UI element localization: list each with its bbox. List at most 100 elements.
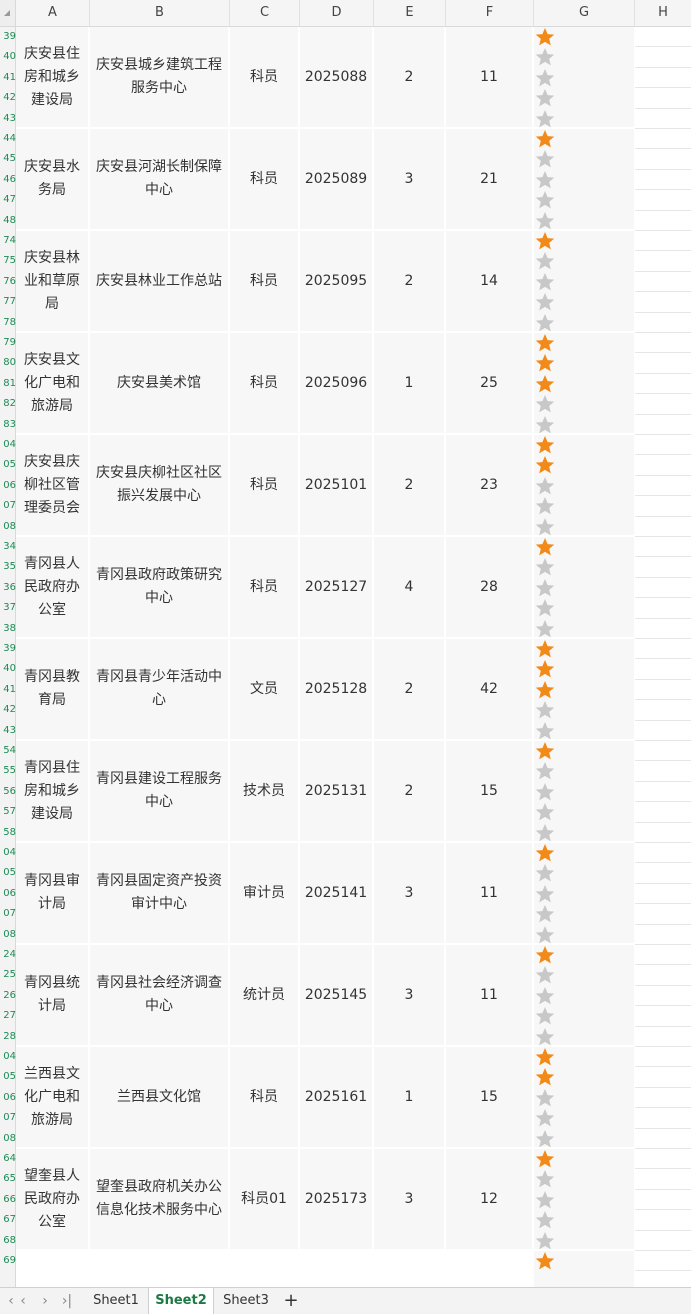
table-row[interactable]: 青冈县审计局 青冈县固定资产投资审计中心 审计员 2025141 3 11	[16, 843, 691, 945]
cell-code[interactable]: 2025128	[300, 639, 374, 739]
row-number[interactable]: 38	[0, 619, 16, 639]
row-number[interactable]: 67	[0, 1210, 16, 1230]
row-number[interactable]: 42	[0, 700, 16, 720]
row-number[interactable]: 06	[0, 884, 16, 904]
cell-rating[interactable]	[534, 1251, 634, 1287]
cell-unit[interactable]: 庆安县城乡建筑工程服务中心	[90, 27, 230, 127]
row-number[interactable]: 45	[0, 149, 16, 169]
row-number[interactable]: 39	[0, 639, 16, 659]
cell-rating[interactable]	[534, 537, 634, 637]
plus-icon[interactable]: +	[282, 1288, 300, 1314]
row-number[interactable]: 28	[0, 1027, 16, 1047]
row-number[interactable]: 07	[0, 904, 16, 924]
cell-applicants[interactable]: 12	[446, 1149, 534, 1249]
cell-rating[interactable]	[534, 435, 634, 535]
row-number[interactable]: 04	[0, 1047, 16, 1067]
cell-rating[interactable]	[534, 1047, 634, 1147]
cell-quota[interactable]: 2	[374, 27, 446, 127]
cell-unit[interactable]: 青冈县政府政策研究中心	[90, 537, 230, 637]
cell-rating[interactable]	[534, 27, 634, 127]
row-number[interactable]: 35	[0, 557, 16, 577]
cell-unit[interactable]: 望奎县政府机关办公信息化技术服务中心	[90, 1149, 230, 1249]
cell-quota[interactable]: 1	[374, 333, 446, 433]
cell-rating[interactable]	[534, 639, 634, 739]
table-row[interactable]: 望奎县人民政府办公室 望奎县政府机关办公信息化技术服务中心 科员01 2025173 3…	[16, 1149, 691, 1251]
row-number[interactable]: 66	[0, 1190, 16, 1210]
chevron-left-icon[interactable]: ‹	[14, 1291, 32, 1311]
row-number[interactable]: 77	[0, 292, 16, 312]
row-number[interactable]: 25	[0, 965, 16, 985]
cell-quota[interactable]: 2	[374, 639, 446, 739]
table-row[interactable]	[16, 1251, 691, 1287]
row-number[interactable]: 81	[0, 374, 16, 394]
cell-unit[interactable]: 庆安县河湖长制保障中心	[90, 129, 230, 229]
cell-department[interactable]: 庆安县林业和草原局	[16, 231, 90, 331]
tab-sheet1[interactable]: Sheet1	[84, 1288, 148, 1314]
cell-applicants[interactable]: 11	[446, 27, 534, 127]
cell-applicants[interactable]: 14	[446, 231, 534, 331]
cell-department[interactable]: 青冈县人民政府办公室	[16, 537, 90, 637]
row-number[interactable]: 24	[0, 945, 16, 965]
table-row[interactable]: 青冈县人民政府办公室 青冈县政府政策研究中心 科员 2025127 4 28	[16, 537, 691, 639]
row-number[interactable]: 41	[0, 68, 16, 88]
cell-rating[interactable]	[534, 741, 634, 841]
cell-position[interactable]: 科员	[230, 129, 300, 229]
row-number[interactable]: 08	[0, 1129, 16, 1149]
row-number[interactable]: 76	[0, 272, 16, 292]
cell-department[interactable]: 青冈县审计局	[16, 843, 90, 943]
cell-department[interactable]: 青冈县统计局	[16, 945, 90, 1045]
cell-quota[interactable]: 3	[374, 945, 446, 1045]
cell-unit[interactable]: 青冈县青少年活动中心	[90, 639, 230, 739]
row-number[interactable]: 79	[0, 333, 16, 353]
cell-code[interactable]: 2025127	[300, 537, 374, 637]
cell-position[interactable]: 科员	[230, 1047, 300, 1147]
chevron-double-right-icon[interactable]: ›|	[56, 1291, 78, 1311]
row-number[interactable]: 55	[0, 761, 16, 781]
row-number[interactable]: 83	[0, 415, 16, 435]
cell-code[interactable]: 2025101	[300, 435, 374, 535]
cell-quota[interactable]: 3	[374, 1149, 446, 1249]
table-row[interactable]: 青冈县统计局 青冈县社会经济调查中心 统计员 2025145 3 11	[16, 945, 691, 1047]
cell-code[interactable]: 2025141	[300, 843, 374, 943]
row-number[interactable]: 04	[0, 843, 16, 863]
cell-position[interactable]: 科员	[230, 231, 300, 331]
row-number[interactable]: 43	[0, 109, 16, 129]
column-header-h[interactable]: H	[635, 0, 691, 26]
row-number[interactable]: 64	[0, 1149, 16, 1169]
cell-code[interactable]: 2025131	[300, 741, 374, 841]
row-number[interactable]: 44	[0, 129, 16, 149]
cell-rating[interactable]	[534, 231, 634, 331]
cell-position[interactable]: 统计员	[230, 945, 300, 1045]
cell-department[interactable]: 望奎县人民政府办公室	[16, 1149, 90, 1249]
cell-code[interactable]: 2025145	[300, 945, 374, 1045]
cell-department[interactable]: 庆安县住房和城乡建设局	[16, 27, 90, 127]
cell-rating[interactable]	[534, 1149, 634, 1249]
cell-position[interactable]: 文员	[230, 639, 300, 739]
tab-sheet2[interactable]: Sheet2	[148, 1288, 214, 1314]
row-number[interactable]: 56	[0, 782, 16, 802]
row-number[interactable]: 08	[0, 517, 16, 537]
cell-unit[interactable]: 青冈县固定资产投资审计中心	[90, 843, 230, 943]
cell-applicants[interactable]: 11	[446, 843, 534, 943]
cell-position[interactable]: 技术员	[230, 741, 300, 841]
cell-department[interactable]: 青冈县教育局	[16, 639, 90, 739]
row-number[interactable]: 27	[0, 1006, 16, 1026]
cell-code[interactable]: 2025089	[300, 129, 374, 229]
row-number[interactable]: 34	[0, 537, 16, 557]
row-number[interactable]: 48	[0, 211, 16, 231]
cell-unit[interactable]: 兰西县文化馆	[90, 1047, 230, 1147]
row-number[interactable]: 04	[0, 435, 16, 455]
cell-rating[interactable]	[534, 843, 634, 943]
row-number[interactable]: 05	[0, 863, 16, 883]
cell-quota[interactable]: 4	[374, 537, 446, 637]
row-number[interactable]: 05	[0, 455, 16, 475]
table-row[interactable]: 庆安县林业和草原局 庆安县林业工作总站 科员 2025095 2 14	[16, 231, 691, 333]
cell-quota[interactable]: 3	[374, 843, 446, 943]
row-number[interactable]: 65	[0, 1169, 16, 1189]
cell-quota[interactable]: 2	[374, 231, 446, 331]
row-number[interactable]: 26	[0, 986, 16, 1006]
cell-department[interactable]: 兰西县文化广电和旅游局	[16, 1047, 90, 1147]
row-number[interactable]: 40	[0, 47, 16, 67]
column-header-d[interactable]: D	[300, 0, 374, 26]
cell-applicants[interactable]: 15	[446, 1047, 534, 1147]
